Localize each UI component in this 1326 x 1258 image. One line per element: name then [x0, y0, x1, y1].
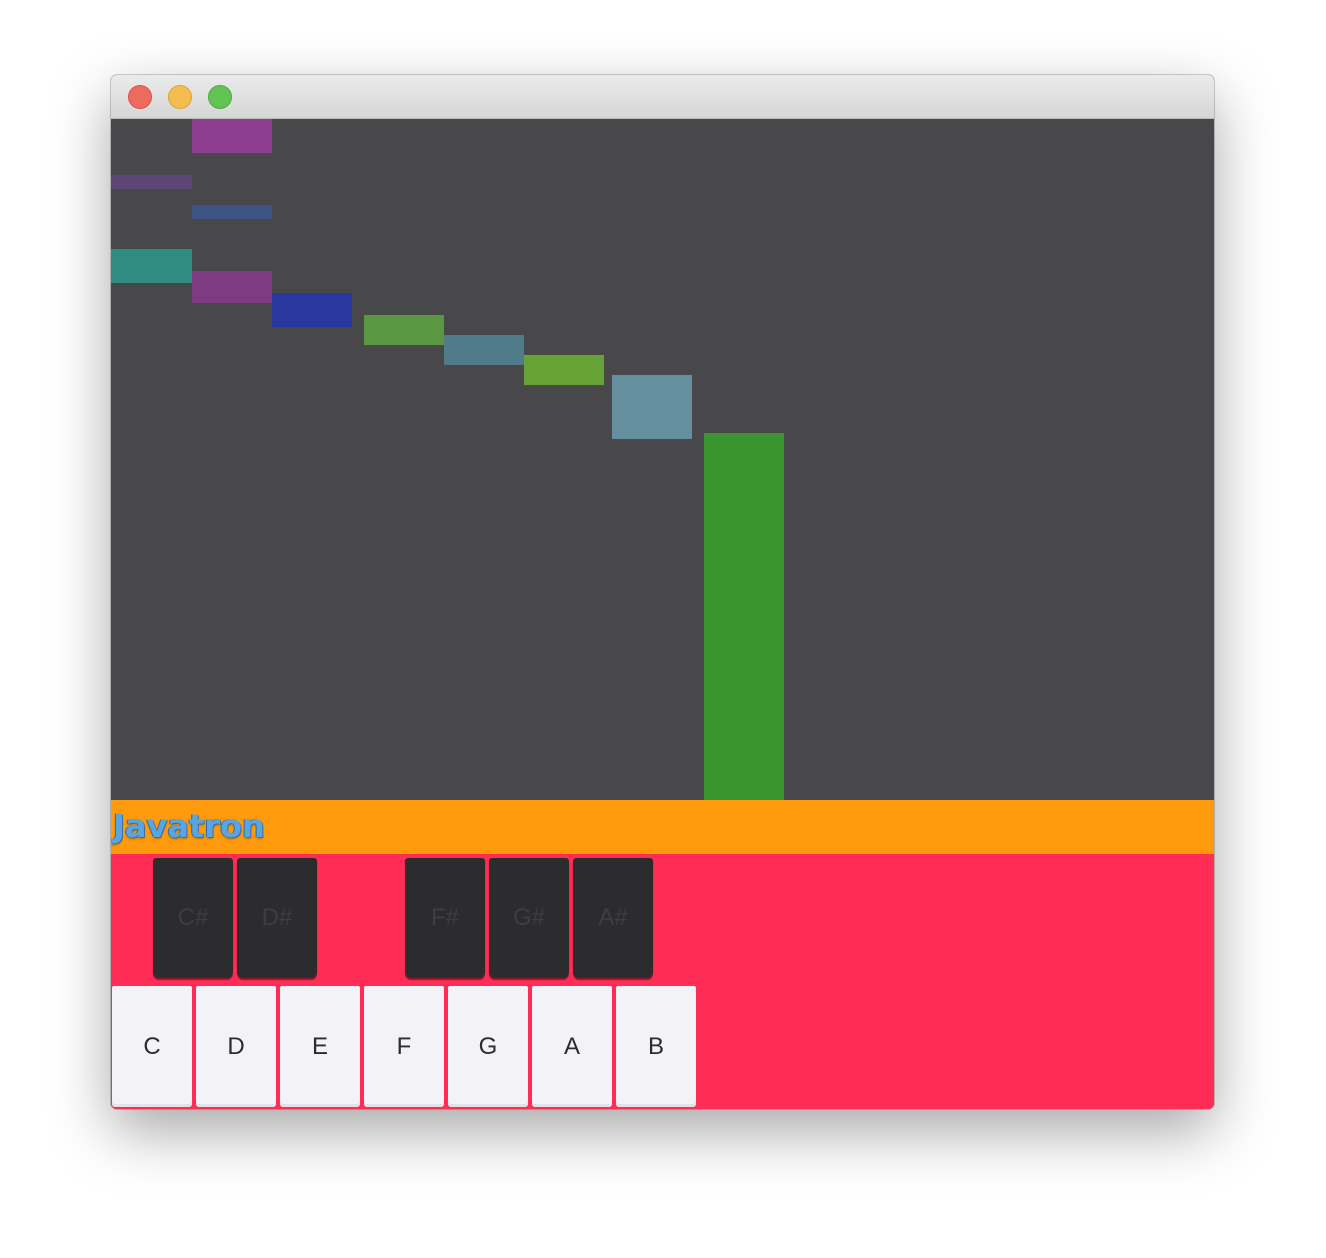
zoom-button[interactable] [208, 85, 232, 109]
piano-key-a-sharp[interactable]: A# [573, 858, 653, 978]
piano-key-f-sharp[interactable]: F# [405, 858, 485, 978]
note-block [612, 375, 692, 439]
note-block [272, 293, 352, 327]
note-block [192, 205, 272, 219]
note-block [444, 335, 524, 365]
title-bar [111, 75, 1214, 119]
app-title: Javatron [113, 807, 265, 845]
minimize-button[interactable] [168, 85, 192, 109]
note-block [704, 433, 784, 800]
piano-key-d[interactable]: D [196, 986, 276, 1107]
piano-key-c-sharp[interactable]: C# [153, 858, 233, 978]
app-window: Javatron C# D# F# G# A# C D E F G A B [111, 75, 1214, 1109]
note-block [524, 355, 604, 385]
piano-key-e[interactable]: E [280, 986, 360, 1107]
note-block [192, 271, 272, 303]
piano-key-f[interactable]: F [364, 986, 444, 1107]
piano-key-c[interactable]: C [112, 986, 192, 1107]
note-visualizer [111, 119, 1214, 800]
app-banner: Javatron [111, 800, 1214, 854]
piano-key-a[interactable]: A [532, 986, 612, 1107]
note-block [111, 249, 192, 283]
close-button[interactable] [128, 85, 152, 109]
piano-keyboard: C# D# F# G# A# C D E F G A B [111, 854, 1214, 1109]
note-block [111, 175, 192, 189]
piano-key-d-sharp[interactable]: D# [237, 858, 317, 978]
note-block [192, 119, 272, 153]
note-block [364, 315, 444, 345]
piano-key-g-sharp[interactable]: G# [489, 858, 569, 978]
piano-key-g[interactable]: G [448, 986, 528, 1107]
piano-key-b[interactable]: B [616, 986, 696, 1107]
